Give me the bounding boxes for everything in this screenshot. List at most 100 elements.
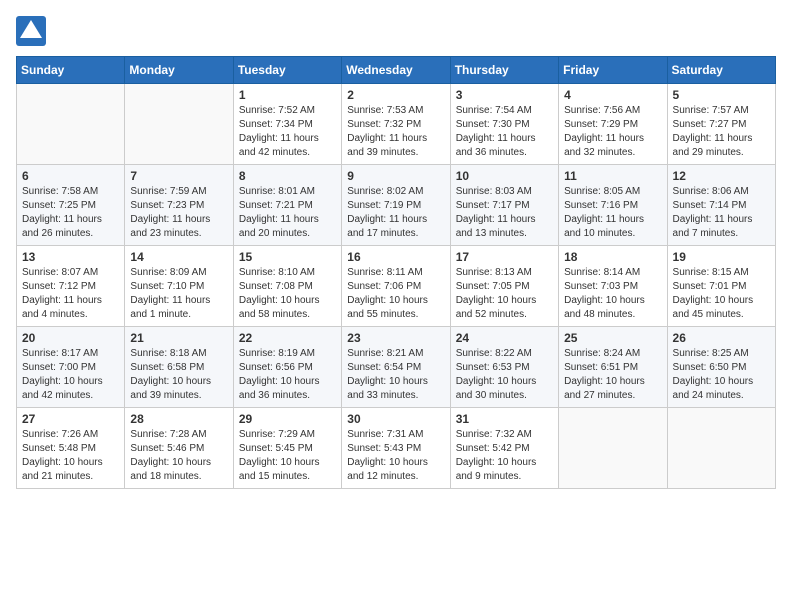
day-number: 4: [564, 88, 661, 102]
weekday-header-friday: Friday: [559, 57, 667, 84]
calendar-cell: 1 Sunrise: 7:52 AM Sunset: 7:34 PM Daylig…: [233, 84, 341, 165]
day-number: 27: [22, 412, 119, 426]
day-info: Sunrise: 8:24 AM Sunset: 6:51 PM Dayligh…: [564, 347, 661, 403]
day-info: Sunrise: 7:26 AM Sunset: 5:48 PM Dayligh…: [22, 428, 119, 484]
calendar-cell: 19 Sunrise: 8:15 AM Sunset: 7:01 PM Dayli…: [667, 246, 775, 327]
calendar-cell: 27 Sunrise: 7:26 AM Sunset: 5:48 PM Dayli…: [17, 408, 125, 489]
calendar-cell: 5 Sunrise: 7:57 AM Sunset: 7:27 PM Daylig…: [667, 84, 775, 165]
logo: [16, 16, 50, 46]
day-info: Sunrise: 8:01 AM Sunset: 7:21 PM Dayligh…: [239, 185, 336, 241]
day-number: 10: [456, 169, 553, 183]
calendar-week-row: 6Sunrise: 7:58 AM Sunset: 7:25 PM Daylig…: [17, 165, 776, 246]
day-number: 12: [673, 169, 770, 183]
day-info: Sunrise: 7:52 AM Sunset: 7:34 PM Dayligh…: [239, 104, 336, 160]
day-number: 17: [456, 250, 553, 264]
calendar-cell: [125, 84, 233, 165]
calendar-cell: 30 Sunrise: 7:31 AM Sunset: 5:43 PM Dayli…: [342, 408, 450, 489]
calendar-cell: 12 Sunrise: 8:06 AM Sunset: 7:14 PM Dayli…: [667, 165, 775, 246]
day-number: 18: [564, 250, 661, 264]
calendar-week-row: 20 Sunrise: 8:17 AM Sunset: 7:00 PM Dayli…: [17, 327, 776, 408]
day-info: Sunrise: 7:57 AM Sunset: 7:27 PM Dayligh…: [673, 104, 770, 160]
calendar-cell: 23 Sunrise: 8:21 AM Sunset: 6:54 PM Dayli…: [342, 327, 450, 408]
calendar-header: SundayMondayTuesdayWednesdayThursdayFrid…: [17, 57, 776, 84]
calendar-cell: [559, 408, 667, 489]
day-number: 23: [347, 331, 444, 345]
calendar-cell: 26Sunrise: 8:25 AM Sunset: 6:50 PM Dayli…: [667, 327, 775, 408]
day-info: Sunrise: 8:06 AM Sunset: 7:14 PM Dayligh…: [673, 185, 770, 241]
day-info: Sunrise: 7:29 AM Sunset: 5:45 PM Dayligh…: [239, 428, 336, 484]
calendar-cell: 11Sunrise: 8:05 AM Sunset: 7:16 PM Dayli…: [559, 165, 667, 246]
calendar-cell: 4 Sunrise: 7:56 AM Sunset: 7:29 PM Daylig…: [559, 84, 667, 165]
day-number: 15: [239, 250, 336, 264]
day-number: 19: [673, 250, 770, 264]
day-info: Sunrise: 8:03 AM Sunset: 7:17 PM Dayligh…: [456, 185, 553, 241]
day-number: 20: [22, 331, 119, 345]
calendar-table: SundayMondayTuesdayWednesdayThursdayFrid…: [16, 56, 776, 489]
day-info: Sunrise: 7:54 AM Sunset: 7:30 PM Dayligh…: [456, 104, 553, 160]
calendar-cell: 7Sunrise: 7:59 AM Sunset: 7:23 PM Daylig…: [125, 165, 233, 246]
day-info: Sunrise: 7:53 AM Sunset: 7:32 PM Dayligh…: [347, 104, 444, 160]
calendar-cell: 15 Sunrise: 8:10 AM Sunset: 7:08 PM Dayli…: [233, 246, 341, 327]
day-number: 29: [239, 412, 336, 426]
calendar-body: 1 Sunrise: 7:52 AM Sunset: 7:34 PM Daylig…: [17, 84, 776, 489]
day-info: Sunrise: 8:15 AM Sunset: 7:01 PM Dayligh…: [673, 266, 770, 322]
day-info: Sunrise: 8:07 AM Sunset: 7:12 PM Dayligh…: [22, 266, 119, 322]
day-info: Sunrise: 7:31 AM Sunset: 5:43 PM Dayligh…: [347, 428, 444, 484]
day-number: 3: [456, 88, 553, 102]
weekday-header-saturday: Saturday: [667, 57, 775, 84]
day-number: 1: [239, 88, 336, 102]
day-number: 14: [130, 250, 227, 264]
day-info: Sunrise: 7:32 AM Sunset: 5:42 PM Dayligh…: [456, 428, 553, 484]
day-number: 21: [130, 331, 227, 345]
calendar-week-row: 13 Sunrise: 8:07 AM Sunset: 7:12 PM Dayli…: [17, 246, 776, 327]
calendar-cell: [667, 408, 775, 489]
day-number: 7: [130, 169, 227, 183]
day-number: 13: [22, 250, 119, 264]
day-number: 30: [347, 412, 444, 426]
weekday-header-sunday: Sunday: [17, 57, 125, 84]
day-info: Sunrise: 8:10 AM Sunset: 7:08 PM Dayligh…: [239, 266, 336, 322]
calendar-cell: 29 Sunrise: 7:29 AM Sunset: 5:45 PM Dayli…: [233, 408, 341, 489]
weekday-header-tuesday: Tuesday: [233, 57, 341, 84]
day-number: 5: [673, 88, 770, 102]
day-number: 11: [564, 169, 661, 183]
calendar-cell: 24 Sunrise: 8:22 AM Sunset: 6:53 PM Dayli…: [450, 327, 558, 408]
weekday-header-wednesday: Wednesday: [342, 57, 450, 84]
calendar-week-row: 1 Sunrise: 7:52 AM Sunset: 7:34 PM Daylig…: [17, 84, 776, 165]
day-info: Sunrise: 8:18 AM Sunset: 6:58 PM Dayligh…: [130, 347, 227, 403]
day-number: 6: [22, 169, 119, 183]
day-info: Sunrise: 7:28 AM Sunset: 5:46 PM Dayligh…: [130, 428, 227, 484]
day-info: Sunrise: 8:21 AM Sunset: 6:54 PM Dayligh…: [347, 347, 444, 403]
calendar-cell: 25Sunrise: 8:24 AM Sunset: 6:51 PM Dayli…: [559, 327, 667, 408]
calendar-cell: [17, 84, 125, 165]
day-info: Sunrise: 8:17 AM Sunset: 7:00 PM Dayligh…: [22, 347, 119, 403]
day-number: 9: [347, 169, 444, 183]
calendar-cell: 10 Sunrise: 8:03 AM Sunset: 7:17 PM Dayli…: [450, 165, 558, 246]
day-number: 22: [239, 331, 336, 345]
day-info: Sunrise: 8:11 AM Sunset: 7:06 PM Dayligh…: [347, 266, 444, 322]
calendar-cell: 8Sunrise: 8:01 AM Sunset: 7:21 PM Daylig…: [233, 165, 341, 246]
calendar-week-row: 27 Sunrise: 7:26 AM Sunset: 5:48 PM Dayli…: [17, 408, 776, 489]
day-info: Sunrise: 7:56 AM Sunset: 7:29 PM Dayligh…: [564, 104, 661, 160]
calendar-cell: 28Sunrise: 7:28 AM Sunset: 5:46 PM Dayli…: [125, 408, 233, 489]
day-info: Sunrise: 8:22 AM Sunset: 6:53 PM Dayligh…: [456, 347, 553, 403]
day-info: Sunrise: 8:14 AM Sunset: 7:03 PM Dayligh…: [564, 266, 661, 322]
day-info: Sunrise: 8:13 AM Sunset: 7:05 PM Dayligh…: [456, 266, 553, 322]
calendar-cell: 20 Sunrise: 8:17 AM Sunset: 7:00 PM Dayli…: [17, 327, 125, 408]
day-number: 31: [456, 412, 553, 426]
weekday-header-row: SundayMondayTuesdayWednesdayThursdayFrid…: [17, 57, 776, 84]
day-info: Sunrise: 8:09 AM Sunset: 7:10 PM Dayligh…: [130, 266, 227, 322]
day-info: Sunrise: 8:19 AM Sunset: 6:56 PM Dayligh…: [239, 347, 336, 403]
weekday-header-monday: Monday: [125, 57, 233, 84]
day-info: Sunrise: 8:25 AM Sunset: 6:50 PM Dayligh…: [673, 347, 770, 403]
day-number: 16: [347, 250, 444, 264]
page-header: [16, 16, 776, 46]
calendar-cell: 16 Sunrise: 8:11 AM Sunset: 7:06 PM Dayli…: [342, 246, 450, 327]
calendar-cell: 13 Sunrise: 8:07 AM Sunset: 7:12 PM Dayli…: [17, 246, 125, 327]
calendar-cell: 18 Sunrise: 8:14 AM Sunset: 7:03 PM Dayli…: [559, 246, 667, 327]
calendar-cell: 31 Sunrise: 7:32 AM Sunset: 5:42 PM Dayli…: [450, 408, 558, 489]
logo-icon: [16, 16, 46, 46]
weekday-header-thursday: Thursday: [450, 57, 558, 84]
calendar-cell: 21 Sunrise: 8:18 AM Sunset: 6:58 PM Dayli…: [125, 327, 233, 408]
day-number: 24: [456, 331, 553, 345]
